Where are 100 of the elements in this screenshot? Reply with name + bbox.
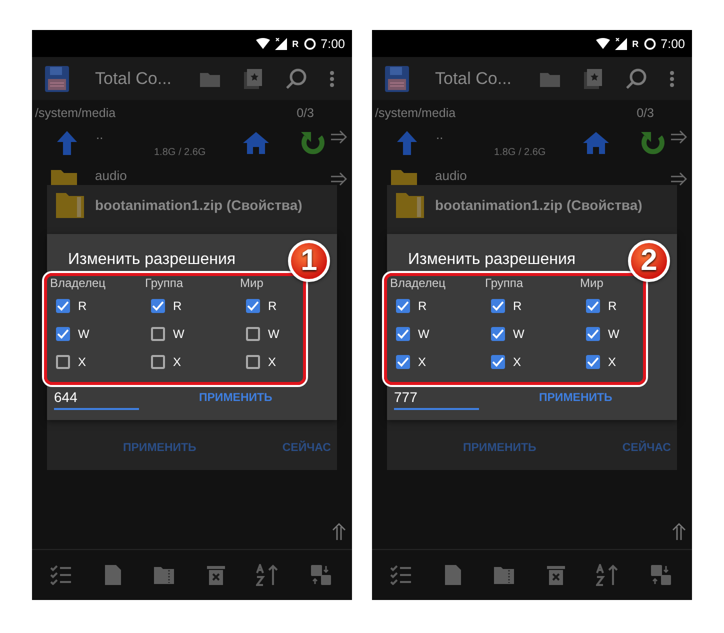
- dialog-title: Изменить разрешения: [408, 251, 576, 268]
- checkbox-label: W: [268, 327, 280, 341]
- checkbox-label: X: [608, 355, 616, 369]
- zip-folder-icon: [55, 191, 85, 219]
- checkbox[interactable]: [246, 299, 260, 313]
- checkbox-label: W: [513, 327, 524, 341]
- column-heading: Владелец: [390, 276, 447, 292]
- current-path: /system/media: [35, 106, 116, 122]
- checkbox[interactable]: [56, 299, 70, 313]
- checkbox[interactable]: [56, 355, 70, 369]
- zip-folder-icon[interactable]: [493, 565, 516, 585]
- scroll-up-arrow-icon[interactable]: [332, 523, 346, 541]
- checkbox[interactable]: [151, 355, 165, 369]
- swap-panels-icon[interactable]: [650, 564, 672, 586]
- circle-icon: [644, 38, 656, 50]
- checklist-icon[interactable]: [390, 565, 412, 585]
- checkbox[interactable]: [56, 327, 70, 341]
- right-arrow-icon[interactable]: [670, 130, 688, 144]
- home-icon[interactable]: [242, 131, 270, 155]
- checkbox-label: R: [608, 299, 617, 313]
- checkbox-label: X: [418, 355, 426, 369]
- checkbox-label: X: [78, 355, 86, 369]
- checkbox[interactable]: [151, 327, 165, 341]
- checkbox[interactable]: [151, 299, 165, 313]
- sort-icon[interactable]: [596, 564, 618, 586]
- checkbox-label: X: [173, 355, 182, 369]
- right-arrow-icon[interactable]: [330, 172, 348, 186]
- right-arrow-icon[interactable]: [330, 130, 348, 144]
- checkbox[interactable]: [491, 299, 505, 313]
- parent-folder-name[interactable]: ..: [436, 128, 564, 140]
- checkbox-label: X: [268, 355, 276, 369]
- column-heading: Владелец: [50, 276, 107, 292]
- checklist-icon[interactable]: [50, 565, 72, 585]
- mode-input-field[interactable]: 644: [54, 386, 139, 410]
- bookmark-star-icon[interactable]: [583, 68, 603, 90]
- selection-count: 0/3: [296, 106, 314, 122]
- checkbox[interactable]: [586, 355, 600, 369]
- floppy-icon[interactable]: [384, 64, 410, 92]
- signal-icon: [615, 38, 628, 50]
- checkbox-label: W: [608, 327, 620, 341]
- wifi-icon: [596, 38, 610, 49]
- sort-icon[interactable]: [256, 564, 278, 586]
- scroll-up-arrow-icon[interactable]: [672, 523, 686, 541]
- folder-name[interactable]: audio: [95, 168, 127, 183]
- checkbox-label: W: [78, 327, 90, 341]
- right-arrow-icon[interactable]: [670, 172, 688, 186]
- app-title: Total Co...: [95, 68, 171, 88]
- checkbox[interactable]: [396, 355, 410, 369]
- parent-folder-name[interactable]: ..: [96, 128, 224, 140]
- column-heading: Группа: [145, 276, 184, 292]
- network-label: R: [292, 38, 299, 48]
- wifi-icon: [256, 38, 270, 49]
- file-icon[interactable]: [104, 564, 122, 586]
- storage-size: 1.8G / 2.6G: [494, 146, 547, 158]
- up-arrow-icon[interactable]: [396, 130, 418, 156]
- checkbox[interactable]: [491, 327, 505, 341]
- checkbox[interactable]: [491, 355, 505, 369]
- column-heading: Мир: [580, 276, 604, 292]
- checkbox[interactable]: [246, 355, 260, 369]
- column-heading: Группа: [485, 276, 524, 292]
- current-path: /system/media: [375, 106, 456, 122]
- zip-folder-icon: [395, 191, 425, 219]
- more-icon[interactable]: [329, 70, 335, 88]
- checkbox[interactable]: [396, 299, 410, 313]
- search-icon[interactable]: [285, 68, 307, 90]
- folder-name[interactable]: audio: [435, 168, 467, 183]
- checkbox-label: X: [513, 355, 522, 369]
- refresh-icon[interactable]: [640, 129, 666, 157]
- apply-button[interactable]: ПРИМЕНИТЬ: [535, 388, 616, 408]
- checkbox[interactable]: [246, 327, 260, 341]
- bookmark-star-icon[interactable]: [243, 68, 263, 90]
- home-icon[interactable]: [582, 131, 610, 155]
- checkbox[interactable]: [396, 327, 410, 341]
- file-icon[interactable]: [444, 564, 462, 586]
- trash-icon[interactable]: [206, 564, 225, 586]
- checkbox-label: R: [173, 299, 182, 313]
- checkbox[interactable]: [586, 327, 600, 341]
- zip-folder-icon[interactable]: [153, 565, 176, 585]
- clock: 7:00: [320, 36, 345, 50]
- app-title: Total Co...: [435, 68, 511, 88]
- dialog-title: bootanimation1.zip (Свойства): [435, 197, 642, 213]
- refresh-icon[interactable]: [300, 129, 326, 157]
- mode-input-field[interactable]: 777: [394, 386, 479, 410]
- checkbox[interactable]: [586, 299, 600, 313]
- network-label: R: [632, 38, 639, 48]
- trash-icon[interactable]: [546, 564, 565, 586]
- search-icon[interactable]: [625, 68, 647, 90]
- floppy-icon[interactable]: [44, 64, 70, 92]
- more-icon[interactable]: [669, 70, 675, 88]
- circle-icon: [304, 38, 316, 50]
- checkbox-label: W: [418, 327, 430, 341]
- dialog-title: Изменить разрешения: [68, 251, 236, 268]
- up-arrow-icon[interactable]: [56, 130, 78, 156]
- selection-count: 0/3: [636, 106, 654, 122]
- checkbox-label: R: [268, 299, 277, 313]
- swap-panels-icon[interactable]: [310, 564, 332, 586]
- apply-button[interactable]: ПРИМЕНИТЬ: [195, 388, 276, 408]
- checkbox-label: R: [78, 299, 87, 313]
- signal-icon: [275, 38, 288, 50]
- checkbox-label: R: [513, 299, 522, 313]
